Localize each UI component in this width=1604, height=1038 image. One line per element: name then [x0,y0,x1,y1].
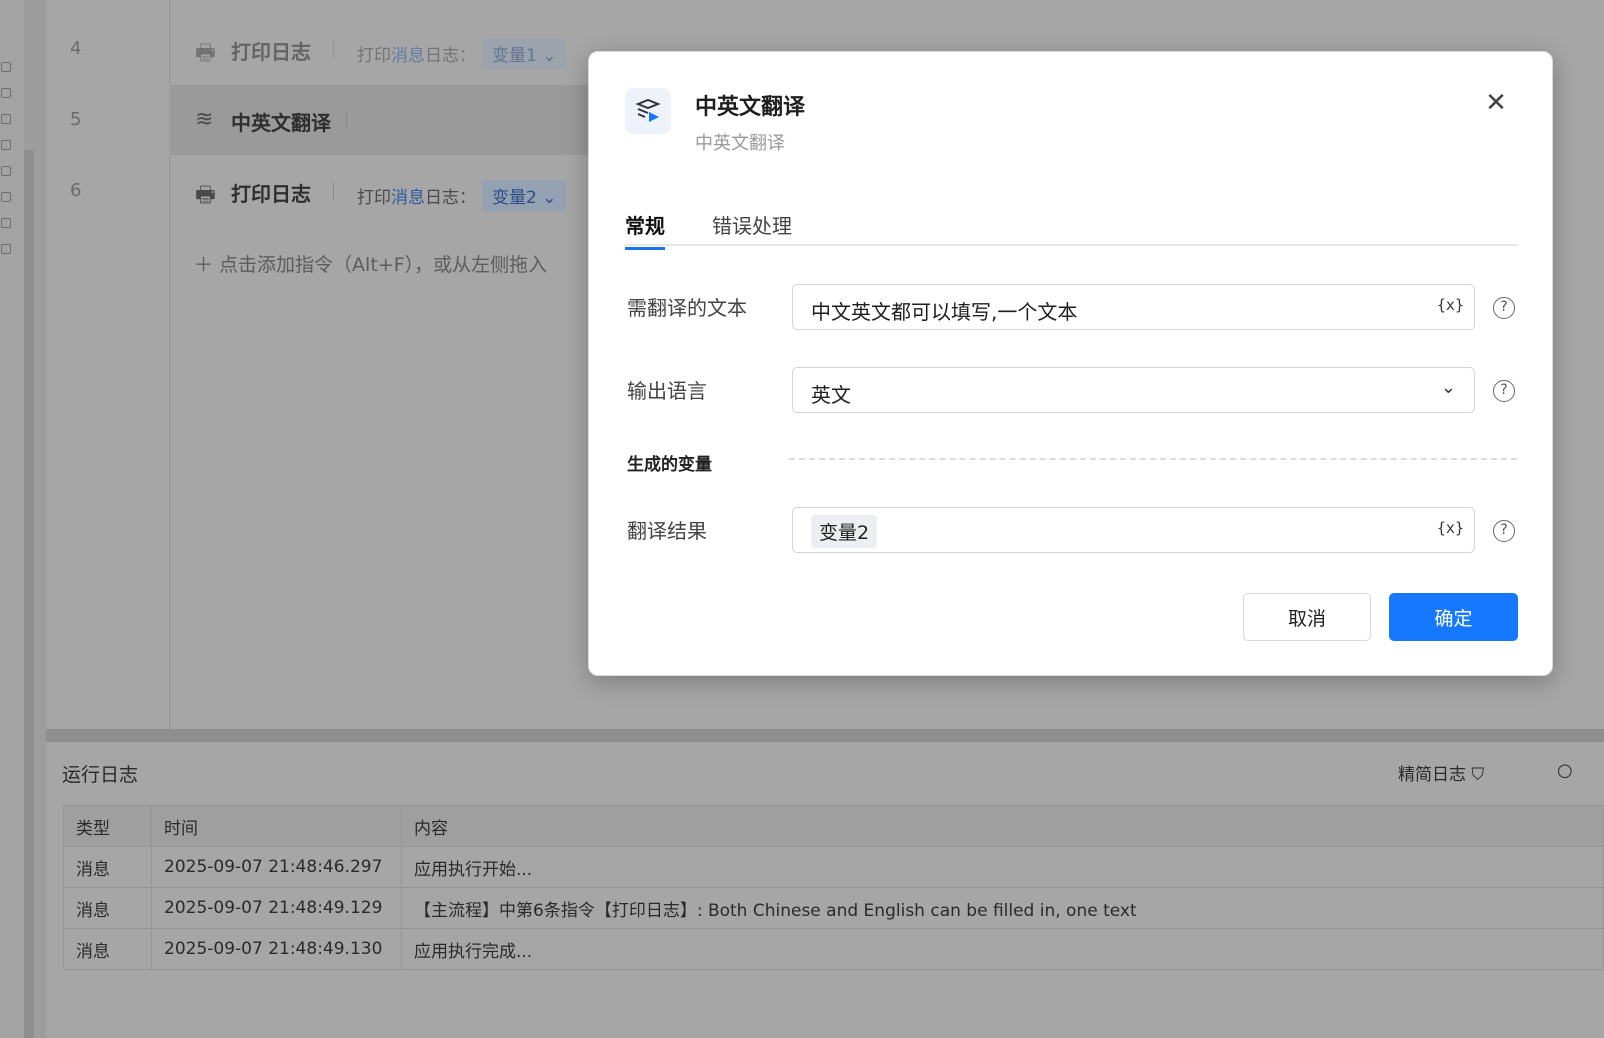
variable-insert-icon[interactable]: {x} [1437,296,1464,314]
translate-icon [625,88,671,134]
line-number: 5 [70,109,82,130]
rail-icon [1,218,11,228]
rail-icon [1,140,11,150]
field-label: 输出语言 [627,379,707,403]
table-row[interactable]: 消息 2025-09-07 21:48:46.297 应用执行开始... [63,846,1604,888]
log-time: 2025-09-07 21:48:46.297 [151,846,402,888]
confirm-button[interactable]: 确定 [1389,593,1518,641]
command-row[interactable]: 🖶 打印日志 打印消息日志： 变量2 ⌄ [171,156,604,226]
command-name: 打印日志 [231,40,311,64]
log-time: 2025-09-07 21:48:49.129 [151,887,402,929]
field-label: 翻译结果 [627,519,707,543]
divider [333,182,334,200]
column-header[interactable]: 时间 [151,805,402,847]
help-icon[interactable]: ? [1493,380,1515,402]
column-header[interactable]: 内容 [401,805,1604,847]
command-name: 中英文翻译 [231,111,331,135]
variable-chip[interactable]: 变量1 ⌄ [482,38,567,69]
translate-dialog: 中英文翻译 中英文翻译 ✕ 常规 错误处理 需翻译的文本 中文英文都可以填写,一… [588,51,1553,676]
log-title: 运行日志 [62,764,139,786]
dialog-title: 中英文翻译 [695,95,806,120]
left-rail [0,0,24,1038]
command-row-selected[interactable]: ≋ 中英文翻译 [171,85,604,155]
section-divider [789,458,1517,460]
log-type: 消息 [63,928,152,970]
plus-icon: ＋ [194,254,220,276]
command-row[interactable]: 🖶 打印日志 打印消息日志： 变量1 ⌄ [171,14,604,84]
help-icon[interactable]: ? [1493,297,1515,319]
printer-icon: 🖶 [195,183,216,208]
field-label: 需翻译的文本 [627,296,747,320]
rail-icon [1,192,11,202]
log-content: 【主流程】中第6条指令【打印日志】: Both Chinese and Engl… [401,887,1604,929]
log-table: 类型 时间 内容 消息 2025-09-07 21:48:46.297 应用执行… [63,805,1604,970]
column-header[interactable]: 类型 [63,805,152,847]
tab-general[interactable]: 常规 [625,210,665,250]
divider [333,40,334,58]
command-desc: 打印消息日志： 变量1 ⌄ [357,38,567,69]
source-text-value: 中文英文都可以填写,一个文本 [811,300,1078,324]
rail-icon [1,244,11,254]
table-row[interactable]: 消息 2025-09-07 21:48:49.130 应用执行完成... [63,928,1604,970]
help-icon[interactable]: ? [1493,520,1515,542]
left-scrollbar[interactable] [24,150,34,1038]
line-number: 4 [70,38,82,59]
log-type: 消息 [63,846,152,888]
line-number: 6 [70,180,82,201]
rail-icon [1,114,11,124]
variable-insert-icon[interactable]: {x} [1437,519,1464,537]
filter-icon: ⛉ [1471,765,1485,785]
tab-bar: 常规 错误处理 [625,210,1518,250]
command-name: 打印日志 [231,182,311,206]
search-icon[interactable]: ○ [1557,760,1573,781]
table-header-row: 类型 时间 内容 [63,805,1604,847]
variable-chip[interactable]: 变量2 ⌄ [482,180,567,211]
add-command-hint[interactable]: ＋ 点击添加指令（Alt+F），或从左侧拖入 [194,250,547,277]
printer-icon: 🖶 [195,41,216,66]
translate-icon: ≋ [195,107,214,132]
dialog-subtitle: 中英文翻译 [695,133,785,154]
rail-icon [1,62,11,72]
rail-icon [1,166,11,176]
simplified-log-toggle[interactable]: 精简日志 ⛉ [1398,760,1484,785]
log-content: 应用执行开始... [401,846,1604,888]
source-text-input[interactable]: 中文英文都可以填写,一个文本 {x} [792,284,1475,330]
rail-icon [1,88,11,98]
tab-error-handling[interactable]: 错误处理 [712,210,792,247]
chevron-down-icon: ⌄ [1440,377,1456,398]
selected-language: 英文 [811,383,851,407]
section-title: 生成的变量 [627,455,712,475]
log-time: 2025-09-07 21:48:49.130 [151,928,402,970]
close-icon[interactable]: ✕ [1482,88,1510,118]
line-gutter [46,0,170,742]
log-content: 应用执行完成... [401,928,1604,970]
log-type: 消息 [63,887,152,929]
output-language-select[interactable]: 英文 ⌄ [792,367,1475,413]
divider [346,111,347,129]
panel-splitter[interactable] [46,729,1604,743]
command-desc: 打印消息日志： 变量2 ⌄ [357,180,567,211]
cancel-button[interactable]: 取消 [1243,593,1371,641]
variable-tag[interactable]: 变量2 [811,515,878,548]
table-row[interactable]: 消息 2025-09-07 21:48:49.129 【主流程】中第6条指令【打… [63,887,1604,929]
result-variable-input[interactable]: 变量2 {x} [792,507,1475,553]
